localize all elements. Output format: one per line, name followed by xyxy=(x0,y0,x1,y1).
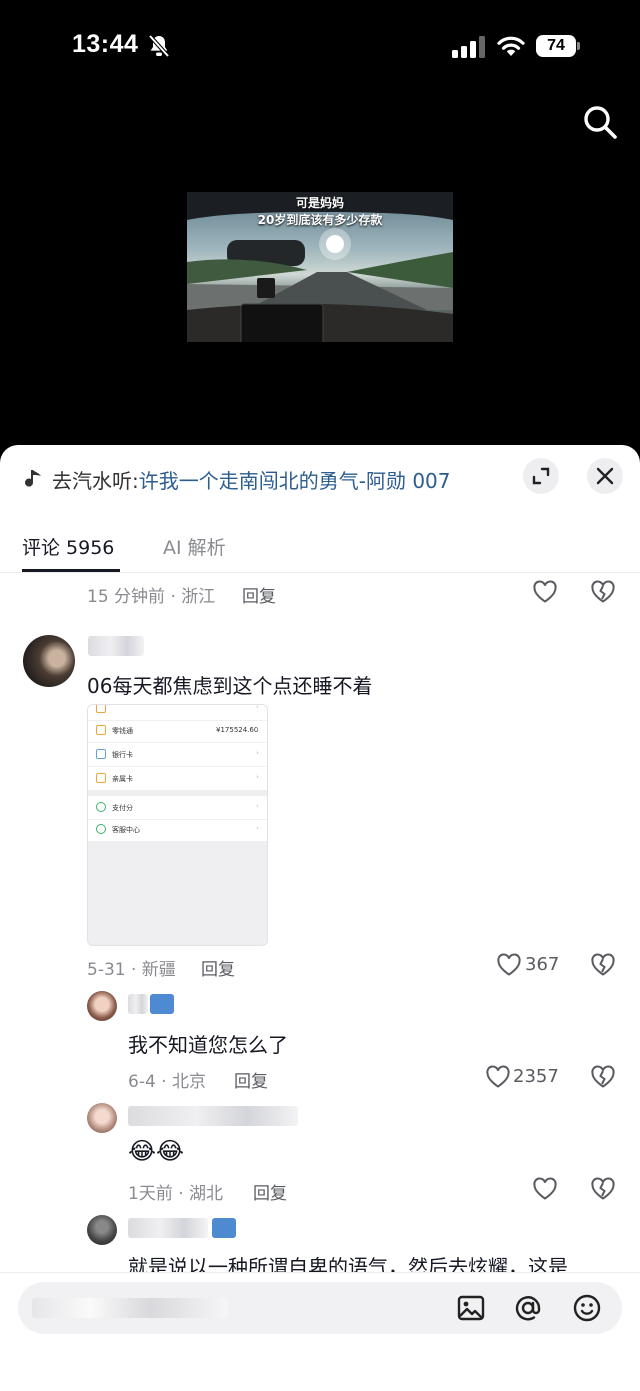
search-icon[interactable] xyxy=(582,104,618,140)
avatar[interactable] xyxy=(87,1103,117,1133)
comment-input[interactable] xyxy=(18,1282,622,1334)
reply-emoji: 😂😂 xyxy=(128,1137,185,1165)
like-count: 367 xyxy=(525,954,560,975)
bell-slash-icon xyxy=(148,34,170,58)
username-redacted[interactable] xyxy=(128,1218,208,1238)
comment-meta: 1天前 · 湖北 xyxy=(128,1184,224,1204)
heart-icon[interactable] xyxy=(532,1177,558,1201)
active-tab-indicator xyxy=(22,569,120,572)
music-prefix: 去汽水听: xyxy=(52,468,139,493)
username-redacted[interactable] xyxy=(88,636,144,656)
attachment-row: 零钱通 ¥175524.60 › xyxy=(88,719,267,743)
comment-text: 06每天都焦虑到这个点还睡不着 xyxy=(87,674,373,698)
username-redacted xyxy=(150,994,174,1014)
battery-icon: 74 xyxy=(536,35,580,57)
reply-text: 我不知道您怎么了 xyxy=(128,1033,288,1057)
avatar[interactable] xyxy=(23,635,75,687)
input-placeholder-redacted xyxy=(32,1298,228,1318)
attachment-row: 客服中心 › xyxy=(88,818,267,842)
tab-ai-analysis[interactable]: AI 解析 xyxy=(163,533,226,560)
comment-meta: 5-31 · 新疆 xyxy=(87,960,176,980)
broken-heart-icon[interactable] xyxy=(590,1065,616,1089)
attachment-row: 支付分 › xyxy=(88,796,267,820)
avatar[interactable] xyxy=(87,1215,117,1245)
status-time: 13:44 xyxy=(72,30,139,58)
wallet-screenshot: › 零钱通 ¥175524.60 › 银行卡 › 亲属卡 › 支付分 › 客服中心 › xyxy=(88,705,267,842)
music-note-icon xyxy=(25,470,41,487)
like-count: 2357 xyxy=(513,1066,559,1087)
avatar[interactable] xyxy=(87,991,117,1021)
emoji-icon[interactable] xyxy=(572,1293,602,1323)
reply-button[interactable]: 回复 xyxy=(201,955,235,980)
image-icon[interactable] xyxy=(456,1293,486,1323)
tab-comments[interactable]: 评论 5956 xyxy=(22,533,114,560)
expand-button[interactable] xyxy=(523,458,559,494)
close-icon xyxy=(596,467,614,485)
expand-icon xyxy=(532,467,550,485)
comment-meta: 15 分钟前 · 浙江 xyxy=(87,587,216,607)
username-redacted[interactable] xyxy=(128,994,148,1014)
music-title[interactable]: 许我一个走南闯北的勇气-阿勋 007 xyxy=(139,465,451,494)
heart-icon[interactable] xyxy=(485,1065,511,1089)
close-button[interactable] xyxy=(587,458,623,494)
comment-input-bar xyxy=(0,1272,640,1391)
reply-button[interactable]: 回复 xyxy=(234,1067,268,1092)
username-redacted[interactable] xyxy=(128,1106,298,1126)
battery-level: 74 xyxy=(536,35,576,57)
video-caption-line1: 可是妈妈 xyxy=(295,196,344,210)
status-bar: 13:44 74 xyxy=(0,0,640,90)
broken-heart-icon[interactable] xyxy=(590,953,616,977)
reply-button[interactable]: 回复 xyxy=(253,1179,287,1204)
username-redacted xyxy=(212,1218,236,1238)
attachment-row: 银行卡 › xyxy=(88,743,267,767)
comment-sheet: 去汽水听: 许我一个走南闯北的勇气-阿勋 007 评论 5956 AI 解析 1… xyxy=(0,445,640,1391)
broken-heart-icon[interactable] xyxy=(590,580,616,604)
music-link[interactable]: 去汽水听: 许我一个走南闯北的勇气-阿勋 007 xyxy=(24,463,451,495)
attachment-row: 亲属卡 › xyxy=(88,767,267,791)
video-player[interactable]: 可是妈妈 20岁到底该有多少存款 xyxy=(187,192,453,342)
cellular-signal-icon xyxy=(452,36,485,58)
tab-bar: 评论 5956 AI 解析 xyxy=(0,525,640,573)
video-caption-line2: 20岁到底该有多少存款 xyxy=(257,213,383,227)
comment-meta: 6-4 · 北京 xyxy=(128,1072,206,1092)
heart-icon[interactable] xyxy=(496,953,522,977)
comment-image[interactable]: › 零钱通 ¥175524.60 › 银行卡 › 亲属卡 › 支付分 › 客服中心 › xyxy=(87,704,268,946)
wifi-icon xyxy=(497,36,525,56)
broken-heart-icon[interactable] xyxy=(590,1177,616,1201)
at-icon[interactable] xyxy=(513,1293,543,1323)
reply-button[interactable]: 回复 xyxy=(242,582,276,607)
heart-icon[interactable] xyxy=(532,580,558,604)
